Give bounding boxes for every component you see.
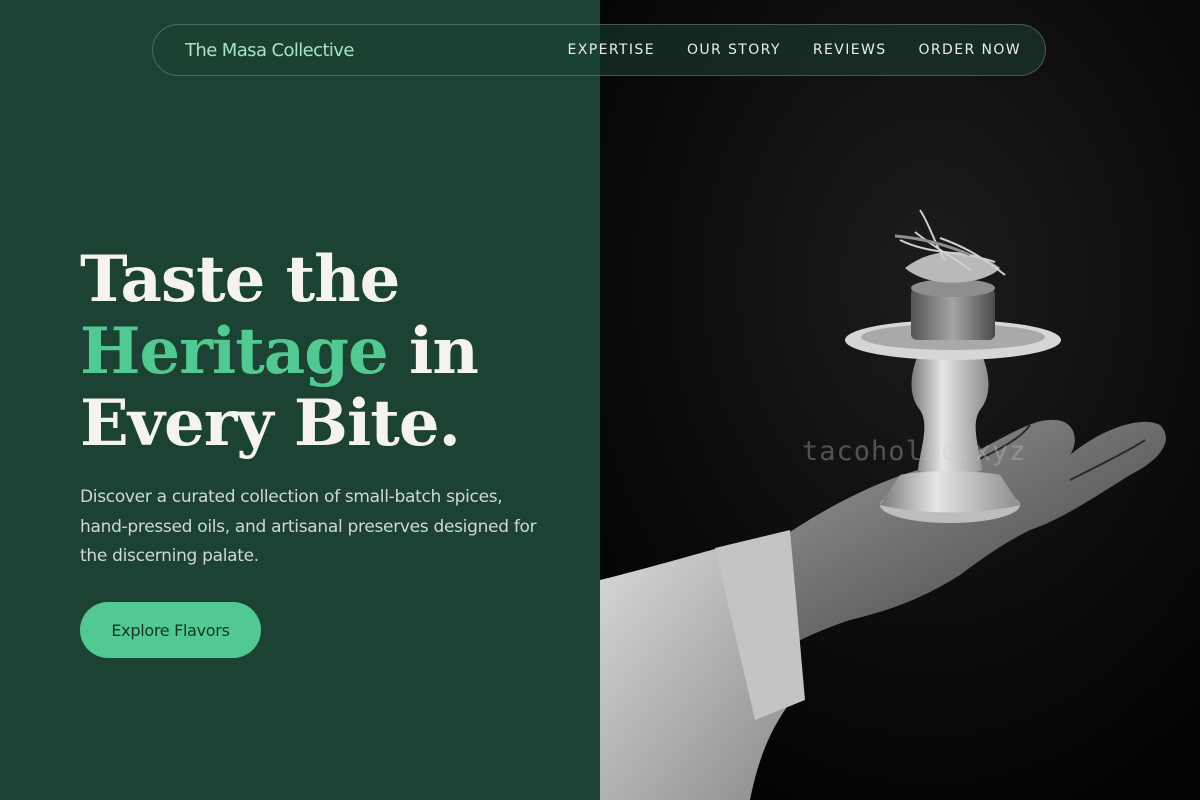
hero-headline: Taste the Heritage in Every Bite. (80, 242, 479, 461)
hero-description: Discover a curated collection of small-b… (80, 487, 537, 566)
top-navigation: The Masa Collective EXPERTISE OUR STORY … (152, 24, 1046, 76)
nav-links: EXPERTISE OUR STORY REVIEWS ORDER NOW (568, 42, 1022, 58)
hero-image: tacoholic.xyz (600, 0, 1200, 800)
nav-link-our-story[interactable]: OUR STORY (687, 42, 781, 58)
nav-link-reviews[interactable]: REVIEWS (813, 42, 887, 58)
brand-logo[interactable]: The Masa Collective (185, 40, 354, 61)
nav-link-expertise[interactable]: EXPERTISE (568, 42, 655, 58)
headline-part-1: Taste the (80, 242, 400, 317)
headline-part-3: Every Bite. (80, 386, 461, 461)
headline-accent: Heritage (80, 314, 389, 389)
chef-hand-dish-photo (600, 0, 1200, 800)
explore-flavors-button[interactable]: Explore Flavors (80, 602, 261, 658)
headline-part-2: in (387, 314, 479, 389)
landing-page: tacoholic.xyz The Masa Collective EXPERT… (0, 0, 1200, 800)
watermark-text: tacoholic.xyz (802, 436, 1027, 467)
nav-link-order-now[interactable]: ORDER NOW (919, 42, 1022, 58)
